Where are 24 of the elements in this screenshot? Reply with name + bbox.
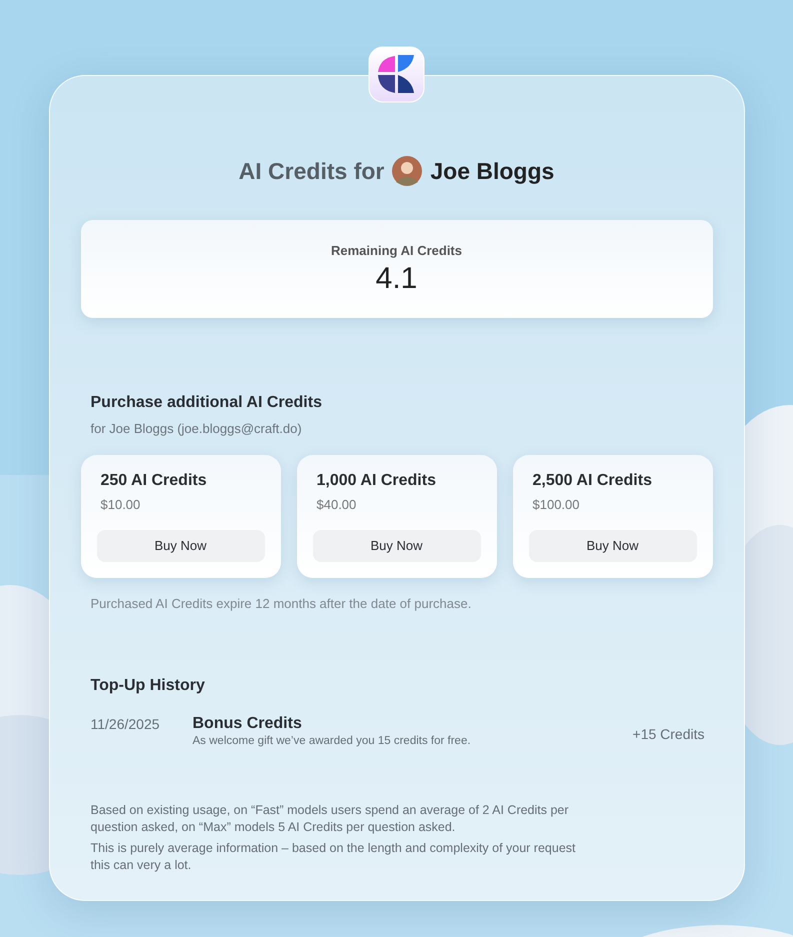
- package-price: $40.00: [316, 496, 358, 514]
- balance-value: 4.1: [376, 260, 418, 297]
- info-paragraph: Based on existing usage, on “Fast” models users spend an average of 2 AI Credits per question asked, on “Max” models 5 AI Credits per question asked.: [90, 802, 570, 836]
- expiry-note: Purchased AI Credits expire 12 months after the date of purchase.: [90, 595, 472, 613]
- info-paragraph: This is purely average information – based on the length and complexity of your request this can very a lot.: [90, 840, 576, 874]
- package-price: $10.00: [100, 496, 142, 514]
- package-price: $100.00: [532, 496, 580, 514]
- buy-now-button[interactable]: Buy Now: [312, 530, 480, 562]
- section-heading: Purchase additional AI Credits: [90, 393, 323, 413]
- buy-now-button[interactable]: Buy Now: [96, 530, 264, 562]
- package-name: 2,500 AI Credits: [532, 470, 653, 490]
- balance-label: Remaining AI Credits: [331, 242, 462, 260]
- package-name: 1,000 AI Credits: [316, 470, 437, 490]
- entry-date: 11/26/2025: [90, 714, 161, 734]
- section-heading: Top-Up History: [90, 676, 206, 696]
- entry-title: Bonus Credits: [192, 714, 303, 733]
- user-name: Joe Bloggs: [430, 157, 554, 186]
- entry-description: As welcome gift we’ve awarded you 15 credits for free.: [192, 734, 472, 749]
- entry-amount: +15 Credits: [632, 724, 704, 744]
- package-name: 250 AI Credits: [100, 470, 208, 490]
- section-subtitle: for Joe Bloggs (joe.bloggs@craft.do): [90, 420, 303, 438]
- buy-now-button[interactable]: Buy Now: [528, 530, 696, 562]
- avatar-icon: [392, 156, 422, 186]
- page-title: AI Credits for: [238, 157, 384, 186]
